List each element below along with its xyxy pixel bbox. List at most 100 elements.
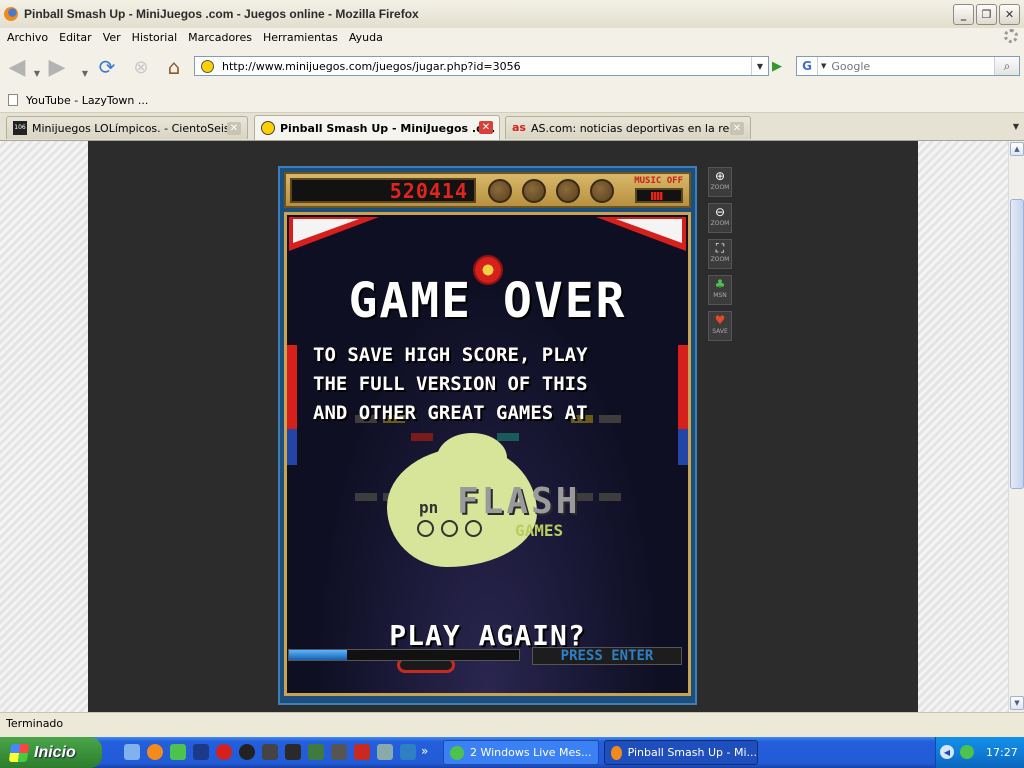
windows-flag-icon [8, 743, 30, 762]
messenger-quicklaunch-icon[interactable] [170, 744, 186, 760]
search-bar: G ▼ ⌕ [796, 56, 1020, 76]
url-text[interactable]: http://www.minijuegos.com/juegos/jugar.p… [222, 60, 521, 73]
tool-quicklaunch-icon[interactable] [262, 744, 278, 760]
zoom-fit-button[interactable]: ⛶ ZOOM [708, 239, 732, 269]
menu-bar: Archivo Editar Ver Historial Marcadores … [0, 28, 1024, 46]
press-enter-button[interactable]: PRESS ENTER [532, 647, 682, 665]
search-go-button[interactable]: ⌕ [994, 57, 1019, 75]
url-history-dropdown[interactable]: ▼ [751, 57, 768, 75]
stop-button[interactable]: ⊗ [128, 54, 154, 80]
quicklaunch-more-icon[interactable]: » [421, 744, 437, 760]
address-bar[interactable]: http://www.minijuegos.com/juegos/jugar.p… [194, 56, 769, 76]
tab-bar: 106 Minijuegos LOLímpicos. - CientoSeis … [0, 113, 1024, 141]
tab-pinball-smash-up[interactable]: Pinball Smash Up - MiniJuegos .c... ✕ [254, 115, 500, 140]
status-bar: Terminado [0, 712, 1024, 734]
reload-button[interactable]: ⟳ [94, 54, 120, 80]
vertical-scrollbar[interactable]: ▲ ▼ [1008, 141, 1024, 712]
logo-flash-text: FLASH [457, 481, 581, 522]
menu-herramientas[interactable]: Herramientas [263, 31, 338, 44]
save-button[interactable]: ♥ SAVE [708, 311, 732, 341]
go-button[interactable]: ▶ [768, 57, 786, 75]
msn-share-button[interactable]: ♣ MSN [708, 275, 732, 305]
as-favicon-icon: as [512, 121, 526, 134]
itunes-quicklaunch-icon[interactable] [400, 744, 416, 760]
forward-history-dropdown[interactable]: ▼ [80, 60, 90, 86]
taskbar-firefox-button[interactable]: Pinball Smash Up - Mi... [604, 740, 758, 765]
menu-ver[interactable]: Ver [103, 31, 121, 44]
ball-slot-icon [488, 179, 512, 203]
save-disk-quicklaunch-icon[interactable] [193, 744, 209, 760]
minijuegos-favicon-icon [261, 121, 275, 135]
game-over-title: GAME OVER [348, 273, 627, 329]
tab-close-button[interactable]: ✕ [227, 122, 241, 135]
game-quicklaunch-icon[interactable] [308, 744, 324, 760]
tray-messenger-icon[interactable] [960, 745, 974, 759]
sh4-quicklaunch-icon[interactable] [285, 744, 301, 760]
right-slingshot-inner [616, 219, 682, 243]
messenger-icon [450, 745, 464, 760]
windows-taskbar: Inicio » 2 Windows Live Mes... Pinball S… [0, 737, 1024, 768]
music-toggle[interactable] [635, 188, 683, 203]
save-score-message: TO SAVE HIGH SCORE, PLAY THE FULL VERSIO… [313, 344, 588, 424]
forward-button[interactable]: ▶ [44, 54, 70, 80]
zoom-in-button[interactable]: ⊕ ZOOM [708, 167, 732, 197]
pc-quicklaunch-icon[interactable] [331, 744, 347, 760]
brick [497, 433, 519, 441]
start-label: Inicio [34, 743, 76, 761]
search-engine-button[interactable]: G [797, 57, 818, 75]
minimize-button[interactable]: _ [953, 4, 974, 25]
tab-close-button[interactable]: ✕ [479, 121, 493, 134]
scroll-up-button[interactable]: ▲ [1010, 142, 1024, 156]
bookmark-youtube-lazytown[interactable]: YouTube - LazyTown ... [26, 94, 148, 107]
zoom-out-button[interactable]: ⊖ ZOOM [708, 203, 732, 233]
maximize-button[interactable]: ❐ [976, 4, 997, 25]
page-content: 520414 MUSIC OFF GAME OVER TO SAVE HIGH … [0, 141, 1008, 712]
msn-icon: ♣ [714, 277, 726, 291]
pnflash-logo-blob-top [437, 433, 507, 483]
pinball-game[interactable]: 520414 MUSIC OFF GAME OVER TO SAVE HIGH … [278, 166, 697, 705]
back-history-dropdown[interactable]: ▼ [32, 60, 42, 86]
show-desktop-icon[interactable] [124, 744, 140, 760]
taskbar-messenger-button[interactable]: 2 Windows Live Mes... [443, 740, 599, 765]
tray-expand-icon[interactable]: ◀ [940, 745, 954, 759]
menu-marcadores[interactable]: Marcadores [188, 31, 252, 44]
playfield[interactable]: GAME OVER TO SAVE HIGH SCORE, PLAY THE F… [284, 212, 691, 696]
tab-label: Minijuegos LOLímpicos. - CientoSeis [32, 121, 230, 135]
forward-arrow-icon: ▶ [48, 54, 66, 80]
close-button[interactable]: ✕ [999, 4, 1020, 25]
music-label: MUSIC OFF [634, 176, 683, 186]
score-display: 520414 [290, 178, 476, 203]
scroll-thumb[interactable] [1010, 199, 1024, 489]
two-quicklaunch-icon[interactable] [354, 744, 370, 760]
tab-label: AS.com: noticias deportivas en la red [531, 121, 737, 135]
menu-editar[interactable]: Editar [59, 31, 92, 44]
left-rail [287, 345, 297, 465]
home-icon: ⌂ [167, 55, 181, 79]
tab-minijuegos-lolimpicos[interactable]: 106 Minijuegos LOLímpicos. - CientoSeis … [6, 116, 248, 139]
search-input[interactable] [829, 58, 994, 74]
tab-as-com[interactable]: as AS.com: noticias deportivas en la red… [505, 116, 751, 139]
app-quicklaunch-icon[interactable] [216, 744, 232, 760]
home-button[interactable]: ⌂ [161, 54, 187, 80]
firefox-logo-icon [4, 7, 18, 21]
back-button[interactable]: ◀ [4, 54, 30, 80]
scroll-down-button[interactable]: ▼ [1010, 696, 1024, 710]
bookmarks-toolbar: YouTube - LazyTown ... [0, 88, 1024, 113]
logo-circle-icon [417, 520, 434, 537]
menu-ayuda[interactable]: Ayuda [349, 31, 383, 44]
start-button[interactable]: Inicio [0, 737, 102, 768]
status-text: Terminado [6, 717, 64, 730]
brick [355, 493, 377, 501]
left-slingshot-inner [293, 219, 359, 243]
steam-quicklaunch-icon[interactable] [239, 744, 255, 760]
reload-icon: ⟳ [98, 55, 116, 79]
menu-historial[interactable]: Historial [132, 31, 177, 44]
background-stripes-left [0, 141, 88, 712]
media-quicklaunch-icon[interactable] [377, 744, 393, 760]
menu-archivo[interactable]: Archivo [7, 31, 48, 44]
search-engine-dropdown-icon[interactable]: ▼ [821, 62, 826, 70]
firefox-quicklaunch-icon[interactable] [147, 744, 163, 760]
tab-close-button[interactable]: ✕ [730, 122, 744, 135]
ball-slot-icon [522, 179, 546, 203]
tab-list-dropdown-icon[interactable]: ▼ [1013, 122, 1019, 131]
